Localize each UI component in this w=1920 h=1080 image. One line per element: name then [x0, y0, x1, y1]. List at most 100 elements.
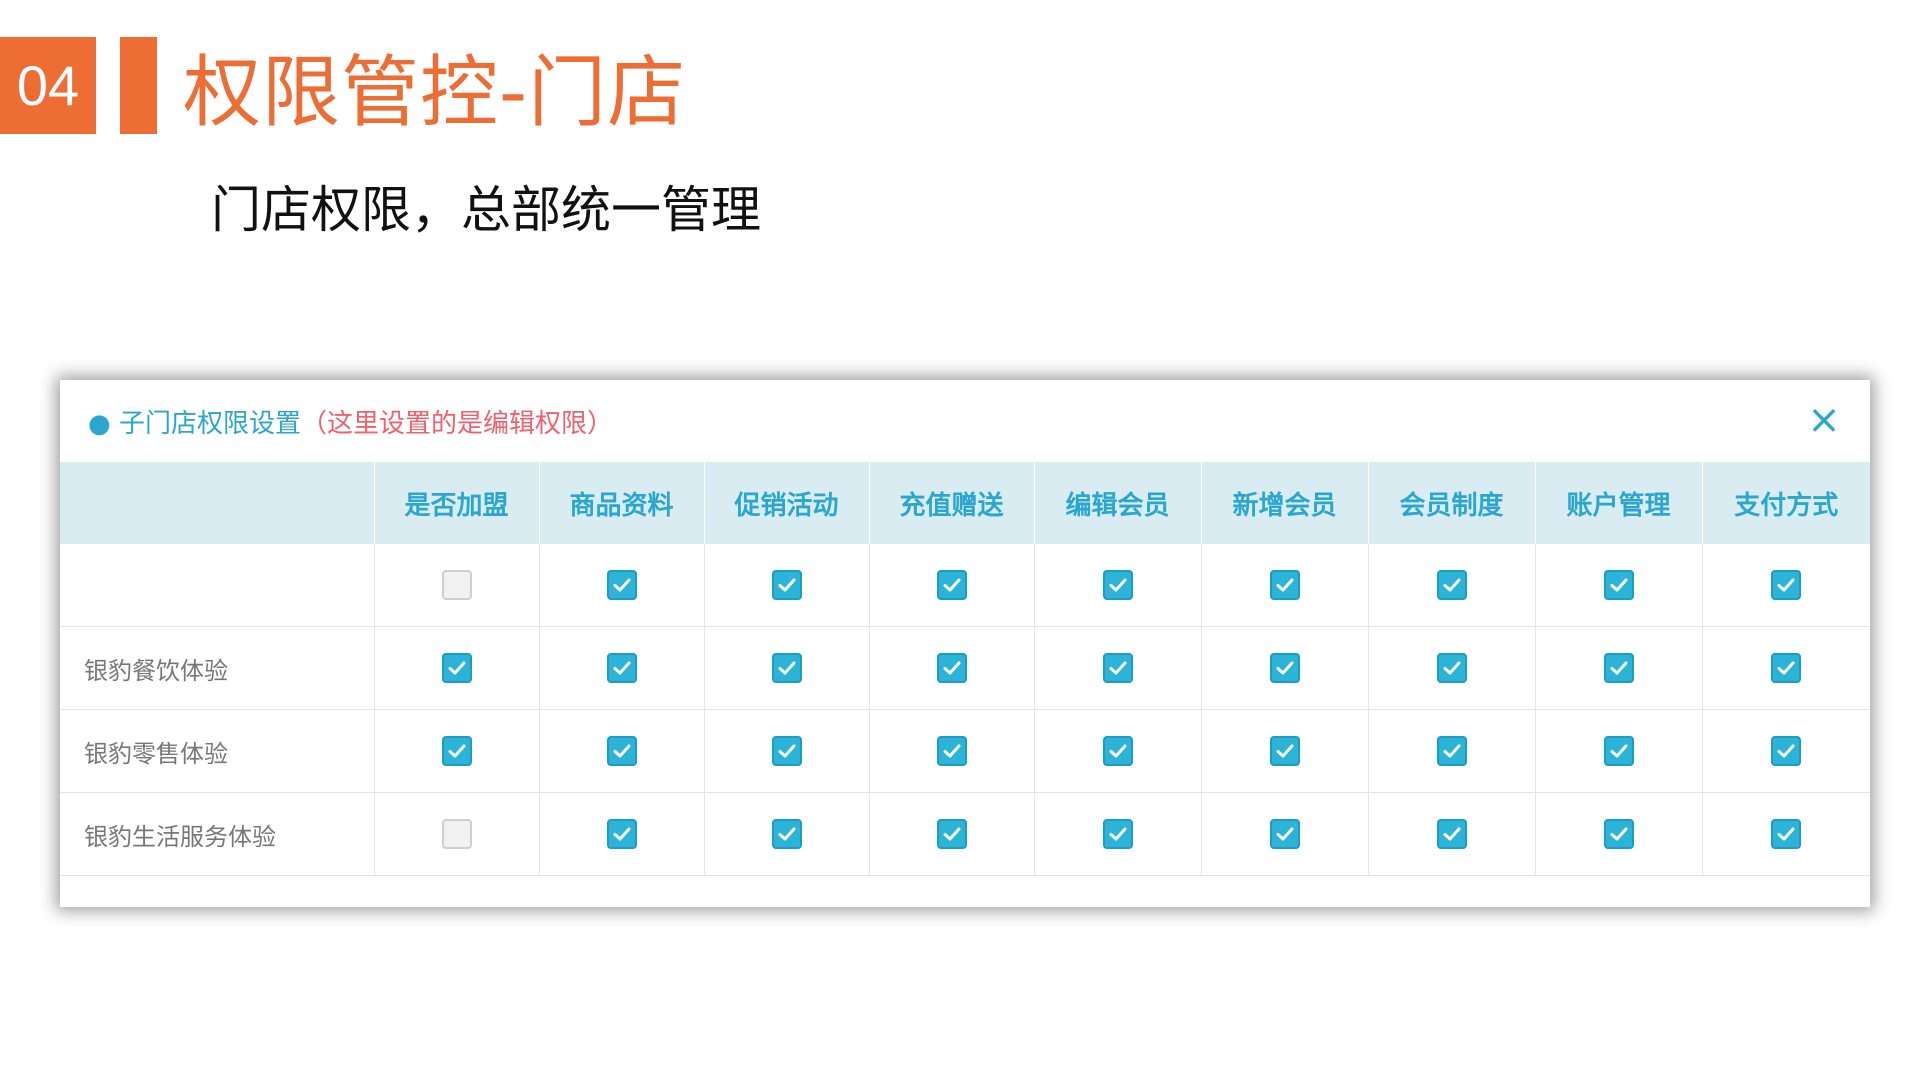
dialog-title: ● 子门店权限设置	[88, 408, 301, 439]
checkbox-checked[interactable]	[936, 736, 967, 766]
store-name: 银豹餐饮体验	[60, 626, 375, 710]
permission-cell	[1535, 709, 1703, 793]
checkbox-checked[interactable]	[1603, 570, 1634, 600]
checkbox-checked[interactable]	[1436, 736, 1467, 766]
permission-dialog: ● 子门店权限设置 （这里设置的是编辑权限） × 是否加盟 商品资料 促销活动 充值赠…	[60, 380, 1870, 907]
checkbox-checked[interactable]	[1269, 736, 1300, 766]
checkbox-checked[interactable]	[1603, 653, 1634, 683]
checkbox-unchecked[interactable]	[441, 570, 472, 600]
column-header: 是否加盟	[374, 462, 540, 544]
permission-cell	[1034, 626, 1202, 710]
permission-cell	[1702, 544, 1870, 627]
table-row: 银豹餐饮体验	[60, 626, 1870, 710]
store-name: 银豹生活服务体验	[60, 792, 375, 876]
checkbox-checked[interactable]	[606, 819, 637, 849]
column-header: 账户管理	[1535, 462, 1703, 544]
table-row: 银豹生活服务体验	[60, 792, 1870, 876]
checkbox-checked[interactable]	[771, 570, 802, 600]
checkbox-checked[interactable]	[1269, 653, 1300, 683]
dialog-header: ● 子门店权限设置 （这里设置的是编辑权限） ×	[60, 380, 1870, 462]
permission-cell	[1201, 792, 1369, 876]
column-header: 支付方式	[1702, 462, 1870, 544]
checkbox-checked[interactable]	[771, 736, 802, 766]
checkbox-checked[interactable]	[936, 570, 967, 600]
permission-cell	[1702, 626, 1870, 710]
column-header-blank	[60, 462, 375, 544]
permission-cell	[1034, 709, 1202, 793]
permission-cell	[1201, 709, 1369, 793]
permission-cell	[869, 709, 1035, 793]
permission-cell	[1702, 792, 1870, 876]
table-header-row: 是否加盟 商品资料 促销活动 充值赠送 编辑会员 新增会员 会员制度 账户管理 支付方式	[60, 462, 1870, 544]
table-body: 银豹餐饮体验 银豹零售体验 银豹生活服务体验	[60, 544, 1870, 876]
table-row: 银豹零售体验	[60, 709, 1870, 793]
permission-cell	[869, 544, 1035, 627]
checkbox-checked[interactable]	[606, 653, 637, 683]
checkbox-checked[interactable]	[936, 653, 967, 683]
permission-cell	[539, 544, 705, 627]
column-header: 新增会员	[1201, 462, 1369, 544]
column-header: 编辑会员	[1034, 462, 1202, 544]
checkbox-checked[interactable]	[1771, 570, 1802, 600]
checkbox-checked[interactable]	[606, 736, 637, 766]
permission-cell	[539, 626, 705, 710]
permission-cell	[374, 792, 540, 876]
permission-cell	[1034, 792, 1202, 876]
checkbox-checked[interactable]	[1436, 653, 1467, 683]
checkbox-checked[interactable]	[1603, 819, 1634, 849]
checkbox-checked[interactable]	[1102, 736, 1133, 766]
section-number: 04	[0, 37, 96, 134]
store-name: 银豹零售体验	[60, 709, 375, 793]
checkbox-checked[interactable]	[936, 819, 967, 849]
permission-cell	[1535, 792, 1703, 876]
checkbox-checked[interactable]	[1771, 653, 1802, 683]
permission-cell	[1368, 544, 1536, 627]
slide-title: 权限管控-门店	[183, 48, 687, 138]
checkbox-checked[interactable]	[771, 819, 802, 849]
permission-cell	[704, 544, 870, 627]
checkbox-checked[interactable]	[1102, 653, 1133, 683]
slide: 04 权限管控-门店 门店权限，总部统一管理 ● 子门店权限设置 （这里设置的是…	[0, 0, 1920, 1080]
checkbox-checked[interactable]	[1436, 570, 1467, 600]
checkbox-checked[interactable]	[441, 653, 472, 683]
permission-cell	[704, 626, 870, 710]
table-row	[60, 544, 1870, 627]
permission-cell	[1368, 792, 1536, 876]
checkbox-checked[interactable]	[1102, 819, 1133, 849]
checkbox-checked[interactable]	[1269, 819, 1300, 849]
permission-cell	[374, 544, 540, 627]
permission-cell	[869, 626, 1035, 710]
permission-cell	[539, 709, 705, 793]
slide-subtitle: 门店权限，总部统一管理	[211, 181, 761, 239]
close-icon[interactable]: ×	[1806, 400, 1842, 440]
dialog-note: （这里设置的是编辑权限）	[300, 408, 613, 439]
checkbox-checked[interactable]	[441, 736, 472, 766]
checkbox-checked[interactable]	[1269, 570, 1300, 600]
permission-cell	[1368, 626, 1536, 710]
permission-cell	[1535, 544, 1703, 627]
permission-table: 是否加盟 商品资料 促销活动 充值赠送 编辑会员 新增会员 会员制度 账户管理 支付方式 银豹餐…	[60, 462, 1870, 876]
permission-cell	[1034, 544, 1202, 627]
permission-cell	[374, 709, 540, 793]
checkbox-unchecked[interactable]	[441, 819, 472, 849]
checkbox-checked[interactable]	[1102, 570, 1133, 600]
permission-cell	[704, 792, 870, 876]
checkbox-checked[interactable]	[606, 570, 637, 600]
permission-cell	[1201, 626, 1369, 710]
checkbox-checked[interactable]	[1436, 819, 1467, 849]
permission-cell	[704, 709, 870, 793]
permission-cell	[1368, 709, 1536, 793]
permission-cell	[539, 792, 705, 876]
checkbox-checked[interactable]	[1603, 736, 1634, 766]
column-header: 会员制度	[1368, 462, 1536, 544]
permission-cell	[374, 626, 540, 710]
permission-cell	[1201, 544, 1369, 627]
permission-cell	[1702, 709, 1870, 793]
column-header: 商品资料	[539, 462, 705, 544]
checkbox-checked[interactable]	[1771, 736, 1802, 766]
checkbox-checked[interactable]	[1771, 819, 1802, 849]
permission-cell	[869, 792, 1035, 876]
checkbox-checked[interactable]	[771, 653, 802, 683]
column-header: 充值赠送	[869, 462, 1035, 544]
permission-cell	[1535, 626, 1703, 710]
